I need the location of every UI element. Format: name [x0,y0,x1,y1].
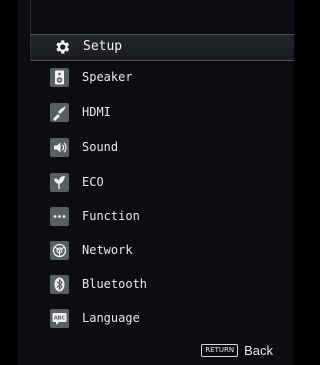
menu-item-network[interactable]: Network [30,235,293,267]
menu-item-speaker[interactable]: Speaker [30,62,293,94]
left-edge [0,0,18,365]
menu-item-label: Network [82,243,133,257]
speaker-icon [50,68,69,87]
menu-item-bluetooth[interactable]: Bluetooth [30,269,293,301]
page-title: Setup [83,39,123,54]
setup-title-bar: Setup [30,34,294,61]
language-icon: ABC [50,309,69,328]
eco-leaf-icon [50,173,69,192]
network-icon [50,241,69,260]
gear-icon [53,38,71,56]
bluetooth-icon [50,275,69,294]
menu-item-label: Sound [82,140,119,154]
menu-item-hdmi[interactable]: HDMI [30,97,293,129]
top-empty-area [30,0,294,34]
svg-text:ABC: ABC [54,316,66,322]
menu-item-label: Bluetooth [82,277,148,291]
hdmi-icon [50,103,69,122]
menu-item-function[interactable]: Function [30,201,293,233]
menu-item-label: Language [82,311,140,325]
sound-icon [50,138,69,157]
function-dots-icon [50,207,69,226]
menu-item-sound[interactable]: Sound [30,132,293,164]
menu-item-label: Function [82,209,140,223]
menu-item-eco[interactable]: ECO [30,167,293,199]
back-label: Back [244,342,273,358]
menu-item-label: ECO [82,175,104,189]
footer-hint: RETURN Back [201,342,273,358]
menu-item-language[interactable]: ABC Language [30,303,293,335]
menu-item-label: HDMI [82,105,111,119]
menu-item-label: Speaker [82,70,133,84]
return-key-icon[interactable]: RETURN [201,343,239,357]
